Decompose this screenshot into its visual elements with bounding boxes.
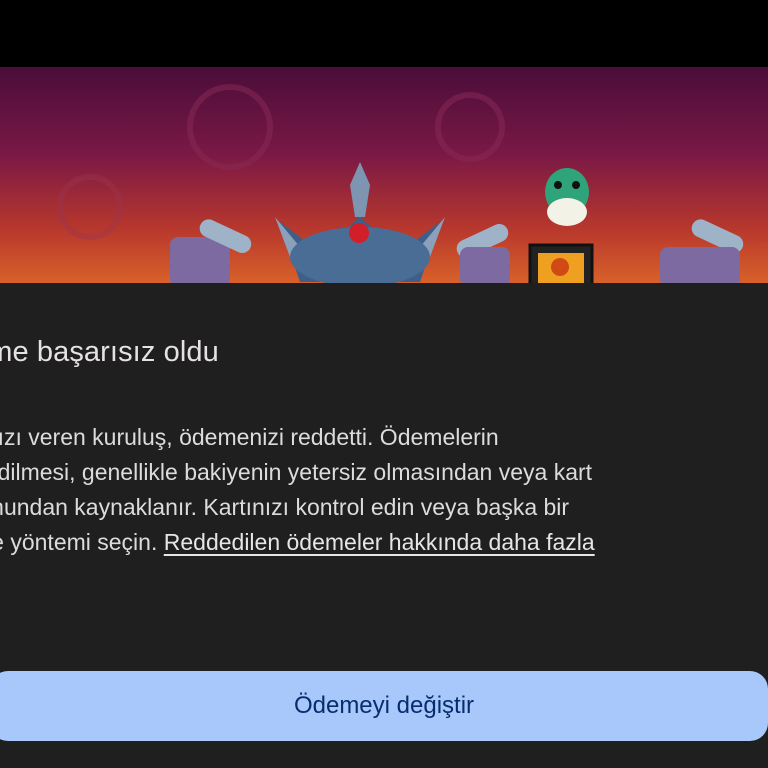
message-line-text: me yöntemi seçin. [0, 529, 158, 555]
dialog-title: eme başarısız oldu [0, 336, 219, 368]
game-banner-image [0, 67, 768, 284]
dialog-message: tınızı veren kuruluş, ödemenizi reddetti… [0, 420, 762, 595]
change-payment-button-label: Ödemeyi değiştir [293, 692, 475, 719]
message-line: me yöntemi seçin. Reddedilen ödemeler ha… [0, 525, 762, 560]
status-bar-area [0, 0, 768, 67]
message-line: i [0, 560, 762, 595]
message-line: tınızı veren kuruluş, ödemenizi reddetti… [0, 424, 499, 450]
declined-payments-learn-more-link[interactable]: Reddedilen ödemeler hakkında daha fazla [164, 529, 595, 555]
message-line: umundan kaynaklanır. Kartınızı kontrol e… [0, 494, 570, 520]
message-line: dedilmesi, genellikle bakiyenin yetersiz… [0, 459, 593, 485]
game-artwork-icon [57, 84, 744, 284]
change-payment-button[interactable]: Ödemeyi değiştir [0, 671, 768, 741]
